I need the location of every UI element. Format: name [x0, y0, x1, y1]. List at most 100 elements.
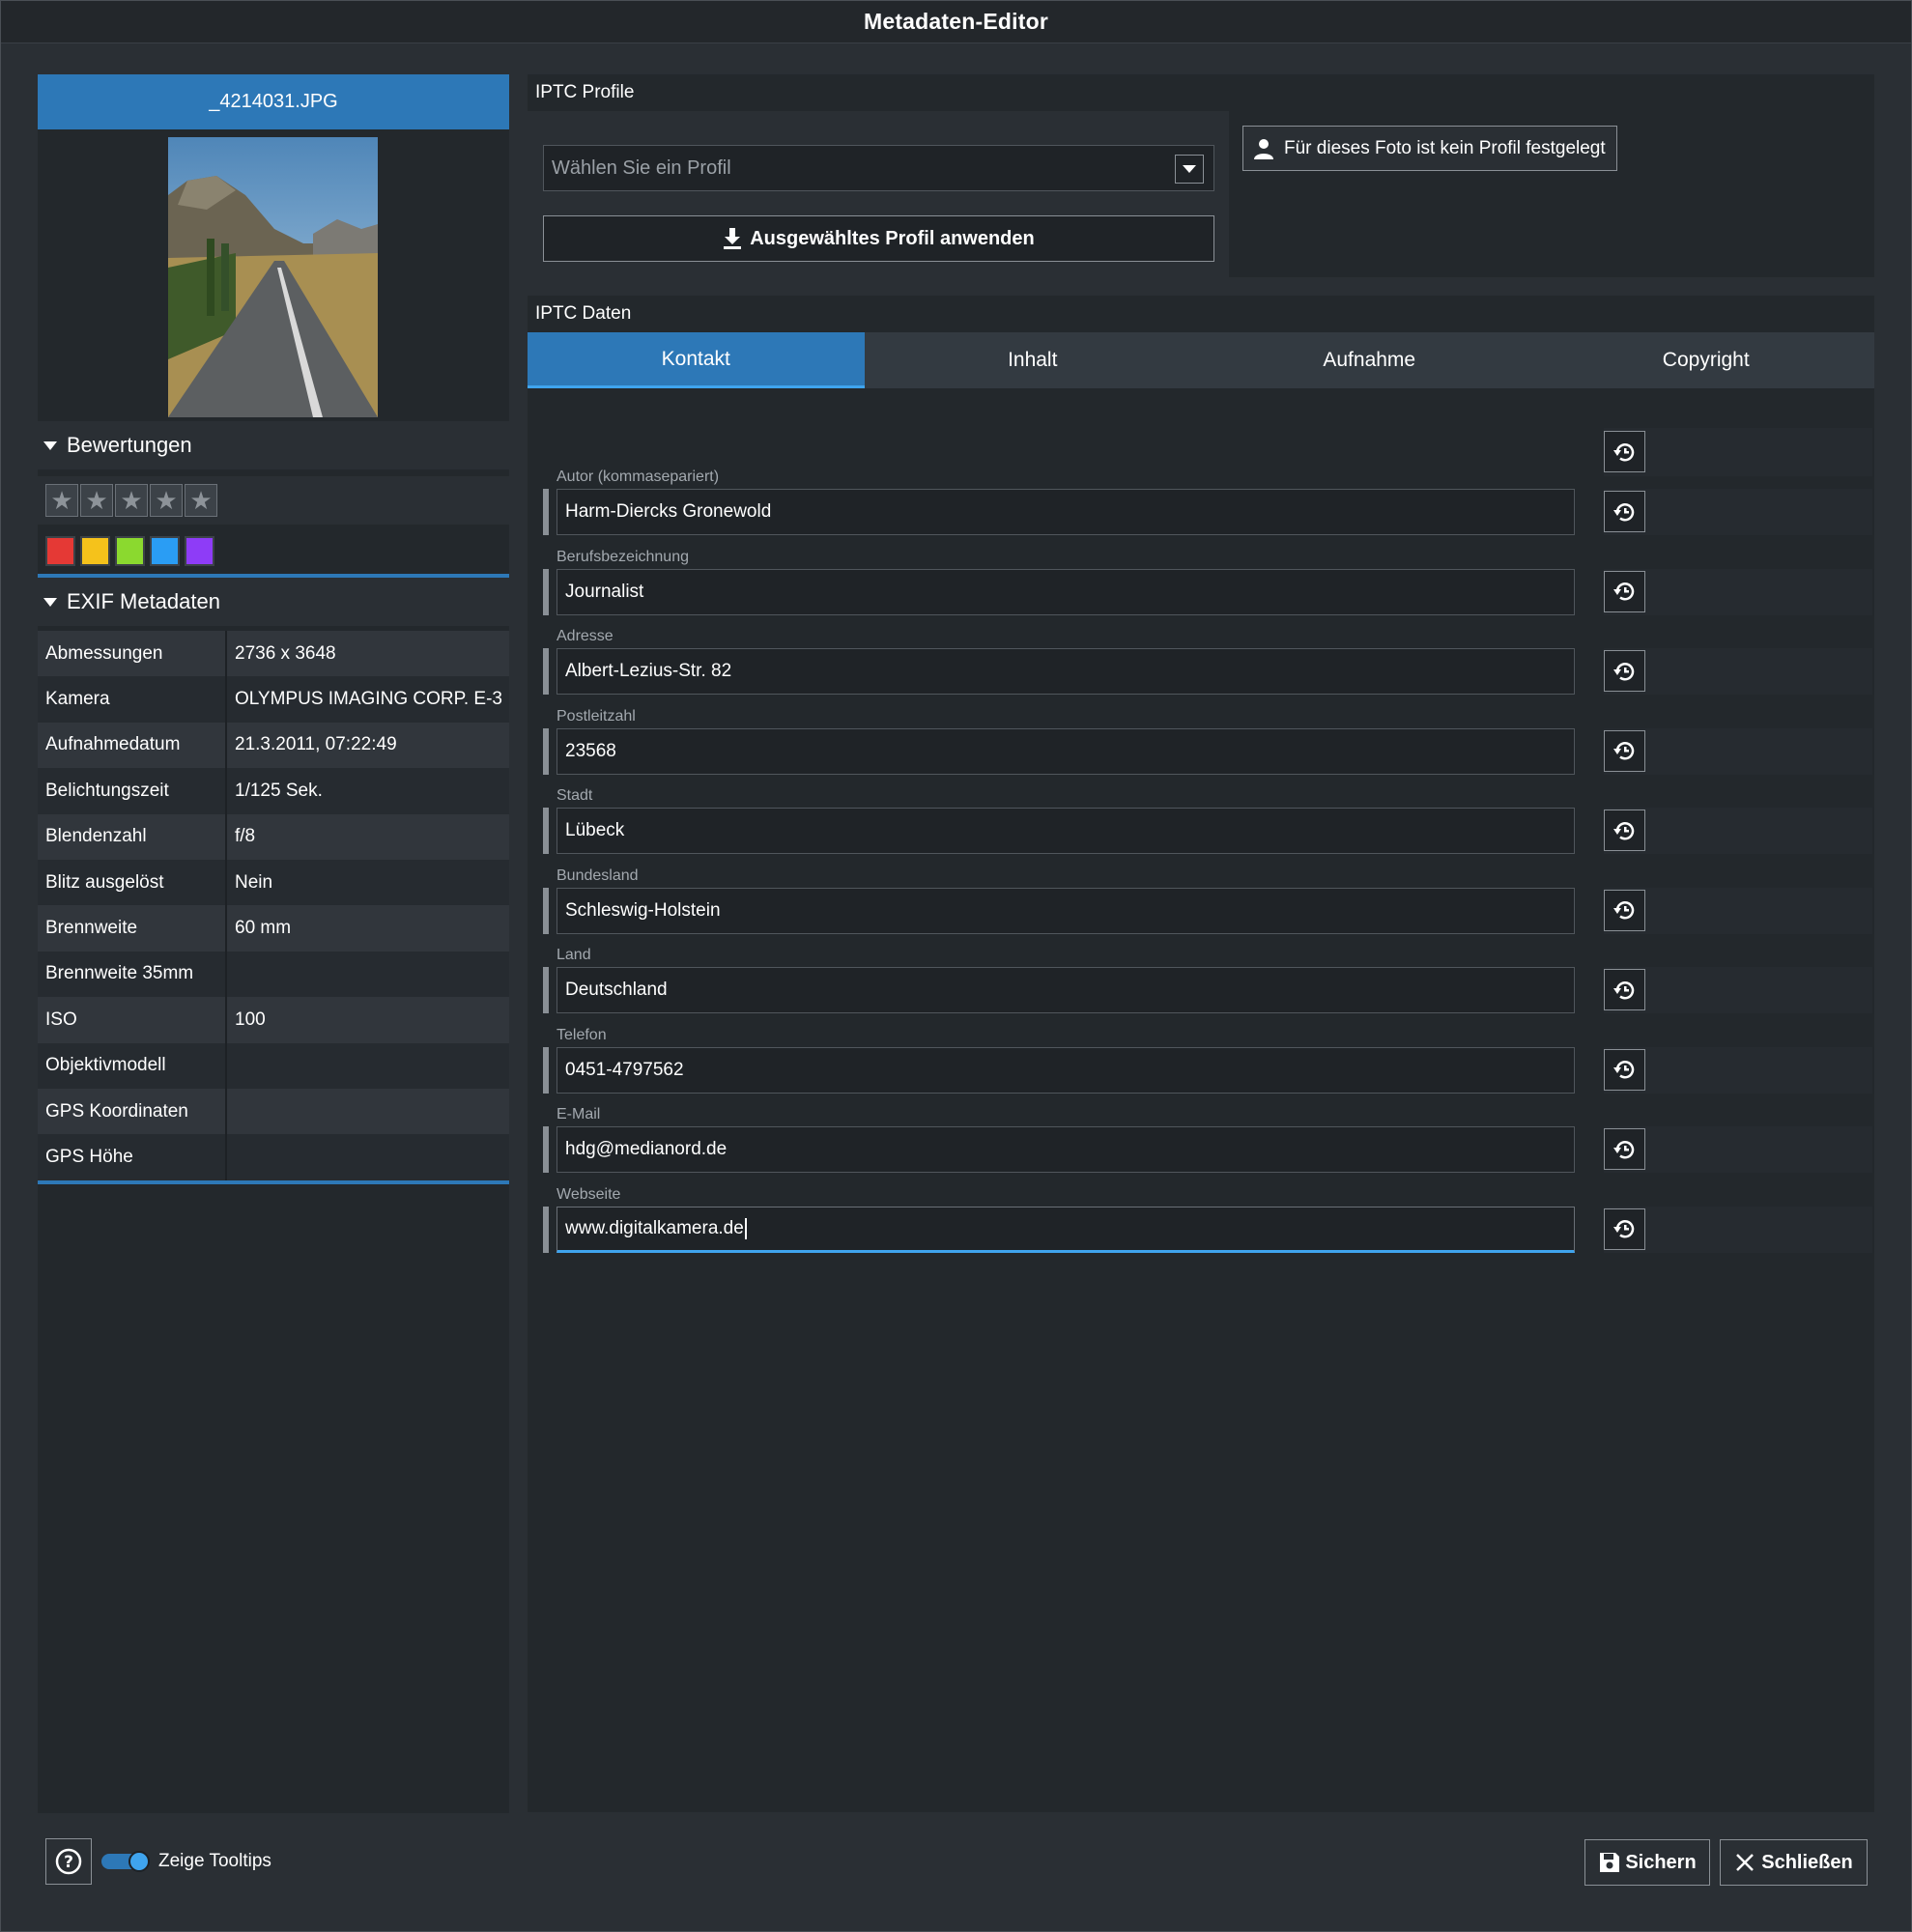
profile-select[interactable]: Wählen Sie ein Profil [543, 145, 1214, 191]
profile-select-placeholder: Wählen Sie ein Profil [552, 156, 731, 179]
exif-key: Belichtungszeit [38, 768, 227, 814]
field-value: 0451-4797562 [565, 1059, 684, 1080]
reset-icon [1612, 662, 1634, 680]
exif-row: Abmessungen 2736 x 3648 [38, 631, 509, 677]
field-input[interactable]: 0451-4797562 [556, 1046, 1575, 1094]
field-marker [543, 489, 549, 535]
close-button[interactable]: Schließen [1720, 1839, 1868, 1886]
save-label: Sichern [1625, 1851, 1697, 1873]
reset-icon [1612, 442, 1634, 461]
exif-row: Blendenzahl f/8 [38, 813, 509, 860]
star-icon[interactable]: ★ [80, 484, 113, 517]
reset-field-button[interactable] [1604, 650, 1645, 692]
star-icon[interactable]: ★ [45, 484, 78, 517]
field-input[interactable]: Lübeck [556, 808, 1575, 854]
exif-key: ISO [38, 997, 227, 1043]
filename-header: _4214031.JPG [38, 74, 509, 129]
exif-row: Brennweite 60 mm [38, 905, 509, 952]
exif-key: Abmessungen [38, 631, 227, 677]
field-input[interactable]: Albert-Lezius-Str. 82 [556, 648, 1575, 695]
star-rating[interactable]: ★ ★ ★ ★ ★ [38, 476, 509, 525]
field-input[interactable]: Journalist [556, 568, 1575, 615]
tooltip-label: Zeige Tooltips [158, 1851, 271, 1871]
exif-row: GPS Koordinaten [38, 1088, 509, 1135]
iptc-tabs: Kontakt Inhalt Aufnahme Copyright [528, 332, 1874, 388]
color-label-blue[interactable] [150, 535, 180, 566]
reset-all-button[interactable] [1604, 431, 1645, 472]
field-value: Albert-Lezius-Str. 82 [565, 661, 732, 681]
ratings-section-header[interactable]: Bewertungen [38, 421, 509, 469]
field-value: Schleswig-Holstein [565, 899, 721, 921]
star-icon[interactable]: ★ [185, 484, 217, 517]
reset-cell [1604, 1046, 1872, 1094]
reset-field-button[interactable] [1604, 570, 1645, 612]
exif-value: 60 mm [235, 918, 292, 939]
tab-aufnahme[interactable]: Aufnahme [1201, 332, 1538, 388]
reset-field-button[interactable] [1604, 1128, 1645, 1170]
reset-cell [1604, 489, 1872, 535]
photo-thumbnail [168, 137, 378, 417]
field-input[interactable]: Deutschland [556, 967, 1575, 1013]
field-input[interactable]: www.digitalkamera.de [556, 1206, 1575, 1253]
reset-icon [1612, 821, 1634, 839]
user-icon [1254, 138, 1273, 159]
apply-profile-button[interactable]: Ausgewähltes Profil anwenden [543, 215, 1214, 262]
exif-section-header[interactable]: EXIF Metadaten [38, 578, 509, 626]
reset-cell [1604, 568, 1872, 615]
field-value: Deutschland [565, 980, 668, 1000]
tab-kontakt[interactable]: Kontakt [528, 332, 865, 388]
help-button[interactable]: ? [45, 1838, 92, 1885]
color-label-red[interactable] [45, 535, 75, 566]
reset-all-cell [1604, 428, 1872, 476]
text-cursor [744, 1217, 747, 1239]
exif-row: GPS Höhe [38, 1134, 509, 1180]
field-input[interactable]: hdg@medianord.de [556, 1126, 1575, 1173]
exif-value: 2736 x 3648 [235, 642, 336, 664]
reset-icon [1612, 1220, 1634, 1238]
tab-inhalt[interactable]: Inhalt [865, 332, 1202, 388]
exif-key: GPS Koordinaten [38, 1088, 227, 1135]
exif-value: 21.3.2011, 07:22:49 [235, 734, 397, 755]
no-profile-button[interactable]: Für dieses Foto ist kein Profil festgele… [1242, 126, 1617, 171]
star-icon[interactable]: ★ [115, 484, 148, 517]
exif-key: GPS Höhe [38, 1134, 227, 1180]
field-value: www.digitalkamera.de [565, 1217, 744, 1238]
apply-profile-label: Ausgewähltes Profil anwenden [750, 227, 1035, 249]
exif-value: 1/125 Sek. [235, 780, 323, 801]
reset-field-button[interactable] [1604, 810, 1645, 851]
reset-field-button[interactable] [1604, 889, 1645, 931]
color-label-purple[interactable] [185, 535, 214, 566]
color-labels [38, 526, 509, 575]
reset-field-button[interactable] [1604, 729, 1645, 772]
help-icon: ? [55, 1848, 82, 1875]
field-marker [543, 808, 549, 854]
tab-copyright[interactable]: Copyright [1538, 332, 1875, 388]
reset-icon [1612, 901, 1634, 920]
reset-field-button[interactable] [1604, 969, 1645, 1010]
exif-row: ISO 100 [38, 997, 509, 1043]
exif-value: Nein [235, 871, 273, 893]
ratings-header-label: Bewertungen [67, 433, 192, 457]
save-icon [1600, 1853, 1620, 1872]
reset-field-button[interactable] [1604, 1048, 1645, 1091]
tooltip-toggle[interactable] [101, 1851, 150, 1872]
field-marker [543, 1046, 549, 1094]
reset-cell [1604, 808, 1872, 854]
exif-row: Blitz ausgelöst Nein [38, 859, 509, 906]
exif-row: Aufnahmedatum 21.3.2011, 07:22:49 [38, 722, 509, 769]
reset-field-button[interactable] [1604, 491, 1645, 532]
chevron-down-icon[interactable] [1175, 155, 1204, 184]
field-input[interactable]: 23568 [556, 727, 1575, 775]
field-input[interactable]: Schleswig-Holstein [556, 887, 1575, 934]
reset-cell [1604, 967, 1872, 1013]
field-input[interactable]: Harm-Diercks Gronewold [556, 489, 1575, 535]
exif-value: 100 [235, 1009, 266, 1030]
save-button[interactable]: Sichern [1584, 1839, 1710, 1886]
star-icon[interactable]: ★ [150, 484, 183, 517]
field-label: Land [556, 947, 591, 963]
color-label-green[interactable] [115, 535, 145, 566]
exif-key: Brennweite 35mm [38, 951, 227, 998]
reset-field-button[interactable] [1604, 1208, 1645, 1250]
color-label-yellow[interactable] [80, 535, 110, 566]
field-label: Bundesland [556, 867, 639, 884]
